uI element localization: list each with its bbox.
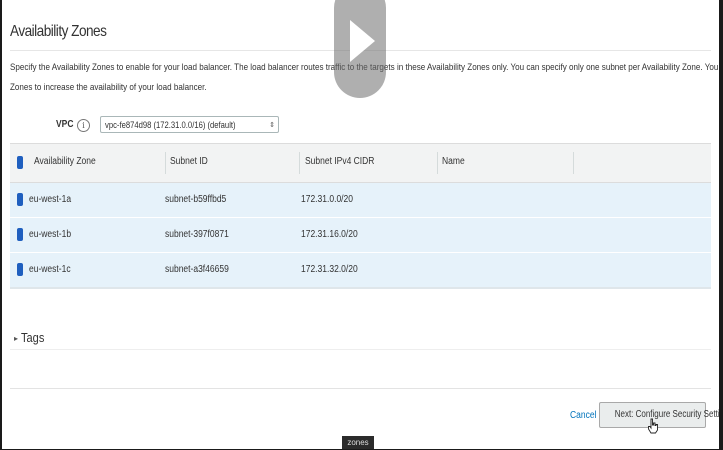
subnet-cell: subnet-a3f46659 (165, 264, 229, 275)
video-play-button[interactable] (334, 0, 386, 98)
header-subnet-id[interactable]: Subnet ID (170, 156, 208, 167)
cidr-cell: 172.31.0.0/20 (301, 194, 353, 205)
zone-cell: eu-west-1b (29, 229, 72, 240)
header-subnet-cidr[interactable]: Subnet IPv4 CIDR (305, 156, 374, 167)
row-checkbox[interactable] (17, 228, 23, 241)
info-icon[interactable]: i (77, 119, 90, 132)
section-title: Availability Zones (10, 23, 107, 40)
play-icon (350, 20, 375, 62)
select-all-checkbox[interactable] (17, 156, 23, 169)
table-row[interactable]: eu-west-1b subnet-397f0871 172.31.16.0/2… (10, 218, 711, 253)
table-header: Availability Zone Subnet ID Subnet IPv4 … (10, 144, 711, 183)
row-checkbox[interactable] (17, 193, 23, 206)
tags-label: Tags (21, 330, 45, 345)
row-checkbox[interactable] (17, 263, 23, 276)
vpc-select-value: vpc-fe874d98 (172.31.0.0/16) (default) (105, 120, 236, 130)
tags-divider (10, 349, 711, 350)
next-button-label: Next: Configure Security Settings (614, 409, 719, 420)
cidr-cell: 172.31.16.0/20 (301, 229, 358, 240)
column-divider (573, 152, 574, 174)
availability-zones-table: Availability Zone Subnet ID Subnet IPv4 … (10, 143, 711, 289)
table-row[interactable]: eu-west-1a subnet-b59ffbd5 172.31.0.0/20 (10, 183, 711, 218)
column-divider (165, 152, 166, 174)
tags-section-toggle[interactable]: ▸ Tags (14, 330, 48, 345)
table-row[interactable]: eu-west-1c subnet-a3f46659 172.31.32.0/2… (10, 253, 711, 288)
vpc-select[interactable]: vpc-fe874d98 (172.31.0.0/16) (default) ⇕ (100, 116, 279, 133)
table-bottom-border (10, 287, 711, 289)
header-availability-zone[interactable]: Availability Zone (34, 156, 96, 167)
header-name[interactable]: Name (442, 156, 465, 167)
caption-label: zones (342, 436, 374, 449)
hand-cursor-icon (648, 418, 658, 434)
caret-right-icon: ▸ (14, 334, 19, 344)
subnet-cell: subnet-b59ffbd5 (165, 194, 227, 205)
footer-divider (10, 388, 711, 389)
column-divider (299, 152, 300, 174)
select-arrows-icon: ⇕ (269, 122, 275, 129)
wizard-panel: Availability Zones Specify the Availabil… (2, 0, 719, 449)
zone-cell: eu-west-1a (29, 194, 72, 205)
vpc-label: VPC (56, 119, 74, 130)
cidr-cell: 172.31.32.0/20 (301, 264, 358, 275)
column-divider (437, 152, 438, 174)
subnet-cell: subnet-397f0871 (165, 229, 229, 240)
cancel-link[interactable]: Cancel (570, 410, 596, 421)
zone-cell: eu-west-1c (29, 264, 71, 275)
